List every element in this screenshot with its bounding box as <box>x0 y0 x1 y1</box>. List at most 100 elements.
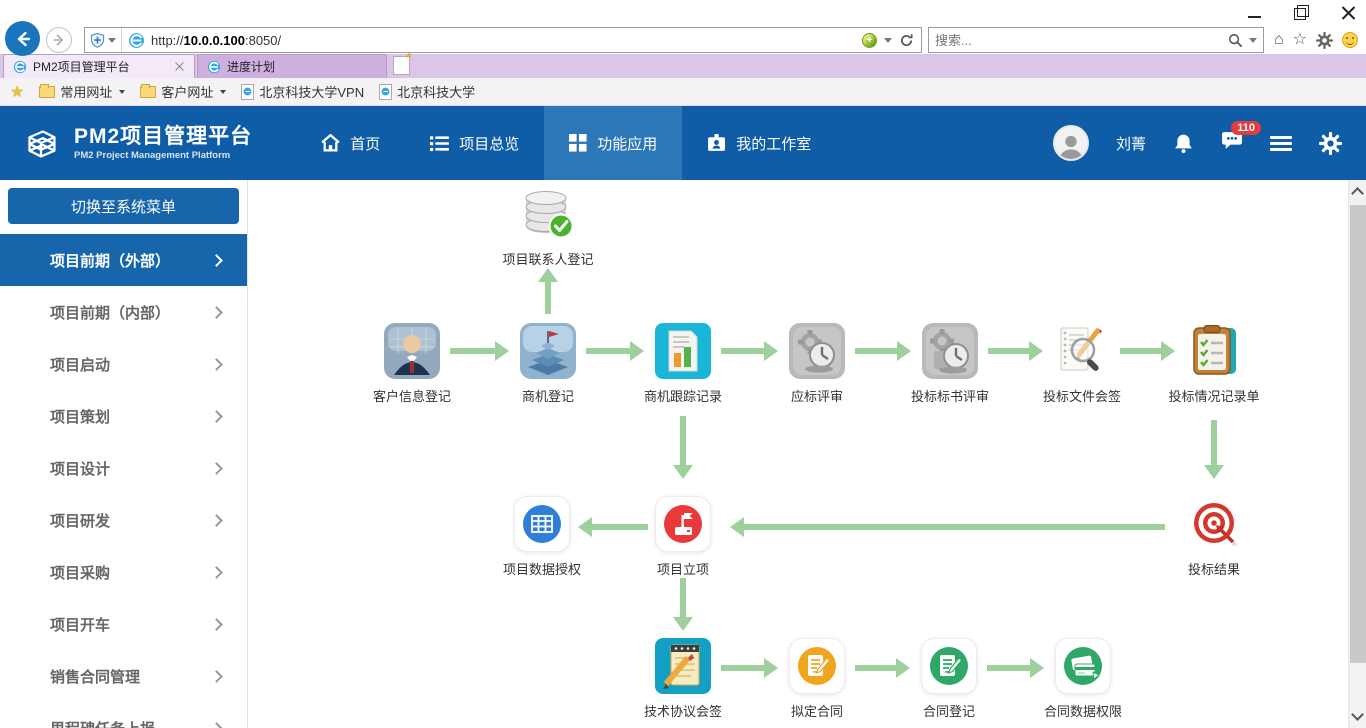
favorite-folder-customer[interactable]: 客户网址 <box>140 82 226 101</box>
flow-node-bid-document-review[interactable]: 投标标书评审 <box>880 323 1020 405</box>
flow-node-draft-contract[interactable]: 拟定合同 <box>747 638 887 720</box>
settings-gear-icon[interactable] <box>1316 32 1333 49</box>
nav-project-overview[interactable]: 项目总览 <box>405 106 544 180</box>
nav-label: 项目总览 <box>459 133 519 154</box>
nav-my-workspace[interactable]: 我的工作室 <box>682 106 836 180</box>
tech-agreement-countersign-icon <box>655 638 711 694</box>
flow-node-contract-register[interactable]: 合同登记 <box>879 638 1019 720</box>
url-dropdown-caret[interactable] <box>884 38 892 43</box>
favorite-link-vpn[interactable]: 北京科技大学VPN <box>241 82 364 101</box>
refresh-icon[interactable] <box>899 33 914 48</box>
flow-node-bid-response-review[interactable]: 应标评审 <box>747 323 887 405</box>
project-contact-register-icon <box>520 186 576 242</box>
flow-node-bid-record-checklist[interactable]: 投标情况记录单 <box>1144 323 1284 405</box>
add-favorite-icon[interactable]: ★ <box>10 82 24 102</box>
flow-node-contract-data-permission[interactable]: 合同数据权限 <box>1013 638 1153 720</box>
scroll-down-icon[interactable] <box>1351 708 1364 721</box>
arrow-checklist-to-bid-result <box>1211 420 1217 466</box>
search-icon[interactable] <box>1228 33 1243 48</box>
sidebar-item-label: 项目前期（外部） <box>50 250 170 271</box>
arrow-approval-to-tech-agreement <box>680 578 686 618</box>
ie-logo-icon <box>128 32 145 49</box>
nav-label: 首页 <box>350 133 380 154</box>
arrow-approval-to-data-auth <box>591 524 648 530</box>
sidebar-item-sales-contract[interactable]: 销售合同管理 <box>0 650 247 702</box>
back-button[interactable] <box>5 21 40 56</box>
search-input[interactable] <box>935 33 1222 48</box>
minimize-button[interactable] <box>1247 5 1262 20</box>
flow-node-label: 投标文件会签 <box>1012 386 1152 405</box>
bid-response-review-icon <box>789 323 845 379</box>
shield-add-widget[interactable] <box>85 28 122 52</box>
tab-bar: PM2项目管理平台 进度计划 <box>0 54 1366 78</box>
tab-schedule-plan[interactable]: 进度计划 <box>197 54 387 78</box>
vertical-scrollbar[interactable] <box>1348 180 1366 728</box>
sidebar-item-project-procurement[interactable]: 项目采购 <box>0 546 247 598</box>
forward-arrow-icon <box>52 33 66 47</box>
favorite-link-university[interactable]: 北京科技大学 <box>379 82 475 101</box>
sidebar-item-project-design[interactable]: 项目设计 <box>0 442 247 494</box>
sidebar-item-project-rd[interactable]: 项目研发 <box>0 494 247 546</box>
restore-button[interactable] <box>1294 5 1309 20</box>
message-count-badge: 110 <box>1231 121 1261 135</box>
sidebar-item-label: 项目研发 <box>50 510 110 531</box>
bid-record-checklist-icon <box>1186 323 1242 379</box>
forward-button[interactable] <box>46 27 72 53</box>
user-name[interactable]: 刘菁 <box>1116 133 1146 154</box>
tab-pm2-platform[interactable]: PM2项目管理平台 <box>3 54 195 78</box>
sidebar-item-milestone-report[interactable]: 里程碑任务上报 <box>0 702 247 728</box>
ie-logo-icon <box>13 60 27 74</box>
user-avatar[interactable] <box>1053 125 1089 161</box>
favorites-star-icon[interactable]: ☆ <box>1293 32 1307 48</box>
switch-system-menu-button[interactable]: 切换至系统菜单 <box>8 188 239 224</box>
sidebar-item-label: 项目启动 <box>50 354 110 375</box>
flow-node-bid-result[interactable]: 投标结果 <box>1144 496 1284 578</box>
address-bar[interactable]: http://10.0.0.100:8050/ + <box>84 27 922 53</box>
flow-node-label: 合同登记 <box>879 701 1019 720</box>
favorite-folder-common[interactable]: 常用网址 <box>39 82 125 101</box>
shield-dropdown-caret[interactable] <box>108 38 116 43</box>
project-approval-icon <box>655 496 711 552</box>
site-compat-icon[interactable]: + <box>862 33 877 48</box>
sidebar-item-label: 项目采购 <box>50 562 110 583</box>
arrow-draft-to-register <box>855 665 897 671</box>
new-tab-button[interactable] <box>393 56 410 75</box>
bid-document-review-icon <box>922 323 978 379</box>
flow-node-project-data-auth[interactable]: 项目数据授权 <box>472 496 612 578</box>
sidebar-item-label: 销售合同管理 <box>50 666 140 687</box>
scrollbar-thumb[interactable] <box>1350 205 1366 663</box>
search-dropdown-caret[interactable] <box>1249 38 1257 43</box>
feedback-smiley-icon[interactable] <box>1342 32 1358 48</box>
nav-function-apps[interactable]: 功能应用 <box>544 106 682 180</box>
folder-icon <box>39 86 55 98</box>
settings-gear-icon[interactable] <box>1319 132 1342 155</box>
favorites-bar: ★ 常用网址 客户网址 北京科技大学VPN 北京科技大学 <box>0 78 1366 106</box>
flow-node-label: 项目联系人登记 <box>478 249 618 268</box>
arrow-tracking-to-approval <box>680 416 686 466</box>
flow-node-project-contact-register[interactable]: 项目联系人登记 <box>478 186 618 268</box>
close-button[interactable] <box>1341 5 1356 20</box>
browser-navbar: http://10.0.0.100:8050/ + ⌂ ☆ <box>0 26 1366 54</box>
sidebar-item-project-start[interactable]: 项目启动 <box>0 338 247 390</box>
menu-hamburger-icon[interactable] <box>1270 136 1292 151</box>
sidebar-item-project-early-external[interactable]: 项目前期（外部） <box>0 234 247 286</box>
sidebar-item-project-early-internal[interactable]: 项目前期（内部） <box>0 286 247 338</box>
messages-button[interactable]: 110 <box>1221 131 1243 156</box>
nav-home[interactable]: 首页 <box>296 106 405 180</box>
scroll-up-icon[interactable] <box>1351 187 1364 200</box>
flow-node-opportunity-tracking[interactable]: 商机跟踪记录 <box>613 323 753 405</box>
flow-node-project-approval[interactable]: 项目立项 <box>613 496 753 578</box>
flow-node-customer-register[interactable]: 客户信息登记 <box>342 323 482 405</box>
tab-close-icon[interactable] <box>175 62 185 72</box>
folder-icon <box>140 86 156 98</box>
sidebar-item-project-planning[interactable]: 项目策划 <box>0 390 247 442</box>
home-icon[interactable]: ⌂ <box>1274 32 1284 48</box>
url-text[interactable]: http://10.0.0.100:8050/ <box>145 33 855 48</box>
flow-node-tech-agreement-countersign[interactable]: 技术协议会签 <box>613 638 753 720</box>
sidebar-item-project-commissioning[interactable]: 项目开车 <box>0 598 247 650</box>
notification-bell-icon[interactable] <box>1173 133 1194 154</box>
flow-node-opportunity-register[interactable]: 商机登记 <box>478 323 618 405</box>
search-box[interactable] <box>928 27 1264 53</box>
brand-logo[interactable]: PM2项目管理平台 PM2 Project Management Platfor… <box>0 106 266 180</box>
flow-node-bid-file-countersign[interactable]: 投标文件会签 <box>1012 323 1152 405</box>
